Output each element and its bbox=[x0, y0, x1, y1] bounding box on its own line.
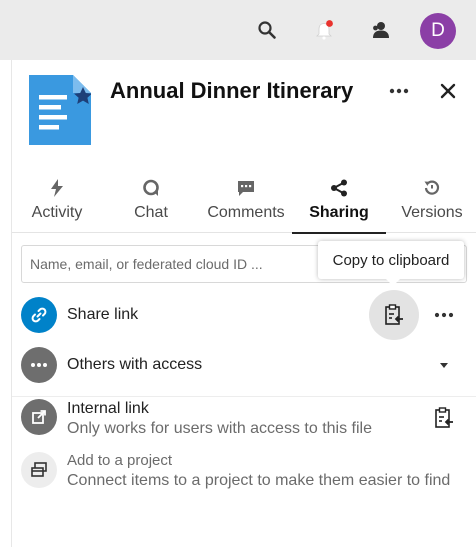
tab-comments[interactable]: Comments bbox=[201, 175, 291, 233]
tab-chat[interactable]: Chat bbox=[127, 175, 175, 233]
add-to-project-label[interactable]: Add to a project bbox=[67, 452, 172, 469]
chat-icon bbox=[142, 175, 160, 201]
more-circle-icon[interactable] bbox=[21, 347, 57, 383]
tab-versions[interactable]: Versions bbox=[400, 175, 464, 233]
close-sidebar-button[interactable] bbox=[436, 79, 460, 103]
tab-activity[interactable]: Activity bbox=[26, 175, 88, 233]
search-icon[interactable] bbox=[253, 0, 281, 60]
document-starred-icon bbox=[29, 75, 92, 145]
share-icon bbox=[330, 175, 348, 201]
internal-link-description: Only works for users with access to this… bbox=[67, 420, 372, 437]
share-link-label: Share link bbox=[67, 306, 139, 323]
copy-internal-link-button[interactable] bbox=[432, 406, 456, 430]
project-icon[interactable] bbox=[21, 452, 57, 488]
tooltip-text: Copy to clipboard bbox=[332, 251, 450, 269]
user-avatar[interactable]: D bbox=[420, 13, 456, 49]
file-title: Annual Dinner Itinerary bbox=[110, 78, 354, 103]
tab-label: Activity bbox=[31, 204, 83, 221]
file-more-actions-button[interactable] bbox=[386, 80, 412, 102]
tab-sharing[interactable]: Sharing bbox=[292, 175, 386, 234]
external-link-icon bbox=[21, 399, 57, 435]
top-header-bar: D bbox=[0, 0, 476, 60]
tab-label: Chat bbox=[134, 204, 168, 221]
comment-icon bbox=[237, 175, 255, 201]
contacts-icon[interactable] bbox=[367, 0, 395, 60]
tab-label: Sharing bbox=[309, 204, 369, 221]
copy-tooltip: Copy to clipboard bbox=[318, 241, 464, 286]
internal-link-label: Internal link bbox=[67, 400, 149, 417]
clipboard-icon bbox=[435, 407, 453, 428]
tab-label: Versions bbox=[401, 204, 463, 221]
add-to-project-description: Connect items to a project to make them … bbox=[67, 472, 451, 489]
copy-to-clipboard-button[interactable] bbox=[369, 290, 419, 340]
share-link-more-button[interactable] bbox=[432, 307, 456, 323]
history-icon bbox=[423, 175, 441, 201]
link-icon bbox=[21, 297, 57, 333]
app-content-edge bbox=[0, 60, 12, 547]
sidebar-tabs: Activity Chat Comments Sharing Versions bbox=[12, 175, 476, 234]
lightning-icon bbox=[50, 175, 64, 201]
others-with-access-label[interactable]: Others with access bbox=[67, 356, 202, 374]
divider bbox=[12, 396, 476, 397]
tab-label: Comments bbox=[207, 204, 285, 221]
chevron-down-icon[interactable] bbox=[437, 358, 451, 370]
notifications-icon[interactable] bbox=[312, 0, 338, 60]
clipboard-icon bbox=[385, 304, 403, 325]
